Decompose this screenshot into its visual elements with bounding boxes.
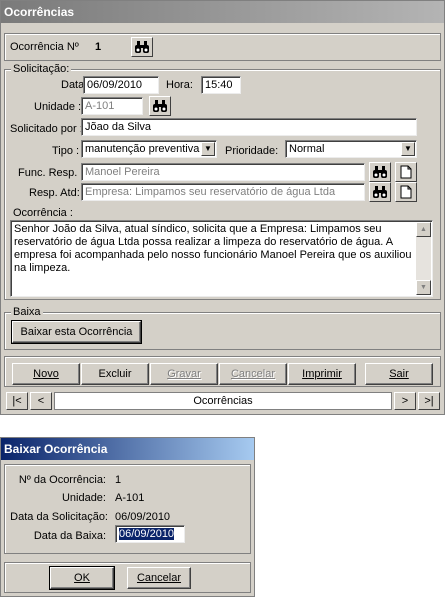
nav-caption: Ocorrências: [54, 392, 392, 410]
scroll-down-icon[interactable]: ▼: [416, 280, 431, 295]
ocorrencia-textarea[interactable]: Senhor João da Silva, atual síndico, sol…: [10, 220, 433, 297]
prioridade-select[interactable]: Normal ▼: [285, 140, 417, 158]
data-baixa-field[interactable]: 06/09/2010: [115, 525, 185, 543]
binoculars-icon: [372, 165, 388, 179]
sair-label: Sair: [389, 368, 409, 380]
baixar-ocorrencia-button[interactable]: Baixar esta Ocorrência: [11, 320, 142, 344]
ocorrencia-text-label: Ocorrência :: [13, 207, 73, 219]
resp-atd-field[interactable]: Empresa: Limpamos seu reservatório de ág…: [81, 183, 365, 201]
unidade-label: Unidade :: [34, 101, 82, 113]
prioridade-label: Prioridade:: [225, 145, 279, 157]
imprimir-button[interactable]: Imprimir: [288, 363, 356, 385]
tipo-select[interactable]: manutenção preventiva ▼: [81, 140, 217, 158]
search-unidade-button[interactable]: [149, 96, 171, 116]
data-field[interactable]: 06/09/2010: [83, 76, 159, 94]
ok-label: OK: [74, 572, 90, 584]
ocorrencia-number-label: Ocorrência Nº: [10, 41, 79, 53]
binoculars-icon: [372, 185, 388, 199]
unidade-label-dialog: Unidade:: [61, 492, 106, 504]
data-solicitacao-label: Data da Solicitação:: [10, 511, 108, 523]
dialog-cancelar-label: Cancelar: [136, 572, 182, 584]
nav-prev-button[interactable]: <: [30, 392, 52, 410]
hora-label: Hora:: [166, 79, 193, 91]
solicitado-por-label: Solicitado por :: [10, 123, 83, 135]
ocorrencia-number-value: 1: [95, 41, 102, 53]
excluir-button[interactable]: Excluir: [81, 363, 149, 385]
baixar-ocorrencia-dialog: Baixar Ocorrência Nº da Ocorrência: 1 Un…: [0, 437, 255, 597]
numero-value: 1: [115, 474, 122, 486]
binoculars-icon: [134, 40, 150, 54]
func-resp-field[interactable]: Manoel Pereira: [81, 163, 365, 181]
dialog-cancelar-button[interactable]: Cancelar: [127, 567, 191, 589]
unidade-field[interactable]: A-101: [81, 97, 143, 115]
dropdown-arrow-icon[interactable]: ▼: [401, 142, 415, 156]
tipo-label: Tipo :: [52, 145, 80, 157]
ocorrencias-window: Ocorrências Ocorrência Nº 1 Solicitação:…: [0, 0, 445, 415]
resp-atd-label: Resp. Atd:: [29, 187, 80, 199]
data-solicitacao-value: 06/09/2010: [115, 511, 171, 523]
sair-button[interactable]: Sair: [365, 363, 433, 385]
numero-label: Nº da Ocorrência:: [18, 474, 106, 486]
gravar-button[interactable]: Gravar: [150, 363, 218, 385]
memo-scrollbar[interactable]: ▲ ▼: [416, 222, 431, 295]
solicitacao-legend: Solicitação:: [11, 63, 72, 75]
func-resp-label: Func. Resp. :: [18, 167, 84, 179]
document-icon: [400, 165, 412, 179]
resp-atd-details-button[interactable]: [395, 182, 417, 202]
nav-last-button[interactable]: >|: [418, 392, 440, 410]
search-ocorrencia-button[interactable]: [131, 37, 153, 57]
unidade-value-dialog: A-101: [115, 492, 145, 504]
dropdown-arrow-icon[interactable]: ▼: [201, 142, 215, 156]
search-func-resp-button[interactable]: [369, 162, 391, 182]
func-resp-details-button[interactable]: [395, 162, 417, 182]
scroll-up-icon[interactable]: ▲: [416, 222, 431, 237]
binoculars-icon: [152, 99, 168, 113]
window-title: Ocorrências: [1, 1, 444, 23]
document-icon: [400, 185, 412, 199]
imprimir-label: Imprimir: [302, 368, 342, 380]
excluir-label: Excluir: [98, 368, 132, 380]
cancelar-button[interactable]: Cancelar: [219, 363, 287, 385]
data-baixa-label: Data da Baixa:: [33, 530, 106, 542]
dialog-title: Baixar Ocorrência: [1, 438, 254, 460]
hora-field[interactable]: 15:40: [201, 76, 241, 94]
search-resp-atd-button[interactable]: [369, 182, 391, 202]
novo-label: Novo: [33, 368, 59, 380]
cancelar-label: Cancelar: [230, 368, 276, 380]
nav-next-button[interactable]: >: [394, 392, 416, 410]
nav-first-button[interactable]: |<: [6, 392, 28, 410]
gravar-label: Gravar: [167, 368, 201, 380]
novo-button[interactable]: Novo: [12, 363, 80, 385]
baixa-legend: Baixa: [11, 306, 43, 318]
solicitado-por-field[interactable]: Jõao da Silva: [81, 118, 417, 136]
ok-button[interactable]: OK: [49, 566, 115, 590]
